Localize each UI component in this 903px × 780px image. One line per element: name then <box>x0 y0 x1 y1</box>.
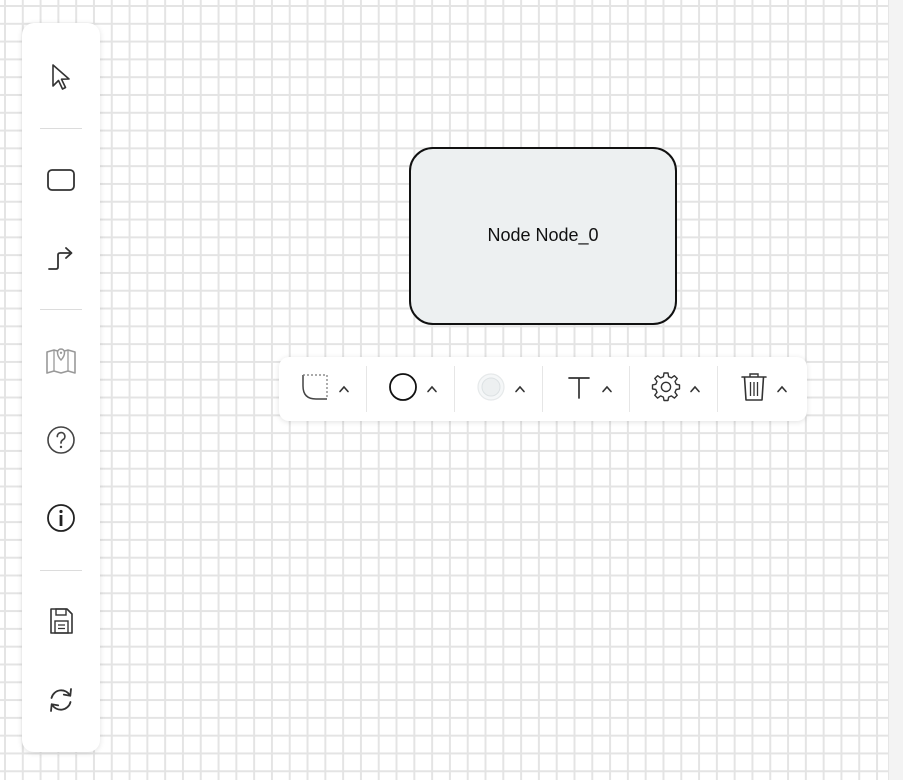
gear-icon <box>651 371 681 407</box>
info-tool-button[interactable] <box>41 498 81 538</box>
chevron-up-icon <box>776 385 788 393</box>
toolbar-divider <box>40 570 82 571</box>
trash-icon <box>740 372 768 407</box>
select-tool-button[interactable] <box>41 57 81 97</box>
chevron-up-icon <box>426 385 438 393</box>
rectangle-tool-button[interactable] <box>41 160 81 200</box>
toolbar-separator <box>366 366 367 412</box>
border-color-button[interactable] <box>388 366 438 412</box>
elbow-arrow-icon <box>46 245 76 273</box>
chevron-up-icon <box>338 385 350 393</box>
question-circle-icon <box>45 424 77 456</box>
text-t-icon <box>565 372 593 407</box>
toolbar-separator <box>717 366 718 412</box>
rectangle-icon <box>46 168 76 192</box>
toolbar-divider <box>40 309 82 310</box>
save-tool-button[interactable] <box>41 601 81 641</box>
toolbar-divider <box>40 128 82 129</box>
circle-outline-icon <box>388 372 418 407</box>
connector-tool-button[interactable] <box>41 239 81 279</box>
refresh-tool-button[interactable] <box>41 680 81 720</box>
chevron-up-icon <box>689 385 701 393</box>
fill-swatch-icon <box>476 372 506 407</box>
help-tool-button[interactable] <box>41 420 81 460</box>
toolbar-separator <box>542 366 543 412</box>
toolbar-separator <box>629 366 630 412</box>
settings-button[interactable] <box>651 366 701 412</box>
fill-color-button[interactable] <box>476 366 526 412</box>
map-tool-button[interactable] <box>41 341 81 381</box>
left-toolbar <box>22 23 100 752</box>
chevron-up-icon <box>514 385 526 393</box>
delete-button[interactable] <box>740 366 788 412</box>
chevron-up-icon <box>601 385 613 393</box>
diagram-node[interactable]: Node Node_0 <box>409 147 677 325</box>
node-label[interactable]: Node Node_0 <box>487 225 598 246</box>
text-style-button[interactable] <box>565 366 613 412</box>
pointer-icon <box>48 62 74 92</box>
corner-radius-icon <box>300 372 330 407</box>
toolbar-separator <box>454 366 455 412</box>
canvas-scroll-edge <box>888 0 903 780</box>
refresh-icon <box>45 685 77 715</box>
floppy-disk-icon <box>47 606 75 636</box>
node-properties-toolbar <box>279 357 807 421</box>
info-circle-icon <box>45 502 77 534</box>
corner-radius-button[interactable] <box>300 366 350 412</box>
map-pin-icon <box>45 346 77 376</box>
